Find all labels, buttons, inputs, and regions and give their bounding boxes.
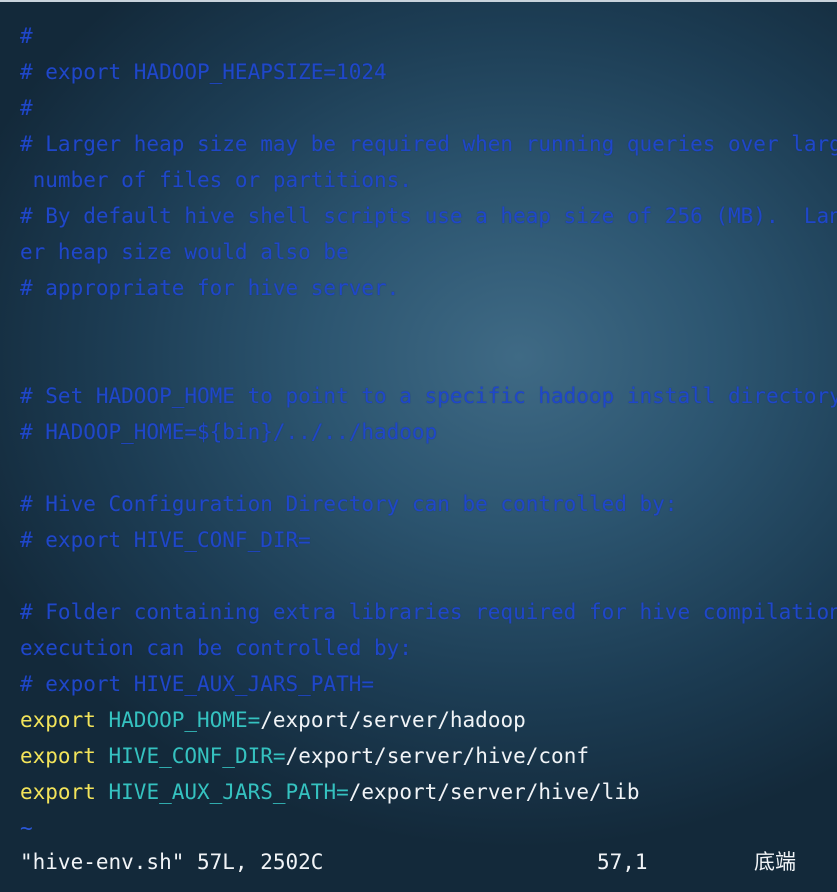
code-line: er heap size would also be — [20, 240, 349, 264]
code-line: # Larger heap size may be required when … — [20, 132, 837, 156]
equals-sign: = — [336, 780, 349, 804]
export-keyword: export — [20, 780, 96, 804]
cursor-position: 57,1 — [597, 850, 648, 874]
code-line: execution can be controlled by: — [20, 636, 412, 660]
code-line: # By default hive shell scripts use a he… — [20, 204, 837, 228]
vim-status-line: "hive-env.sh" 57L, 2502C 57,1 底端 — [20, 844, 820, 880]
code-line: # Hive Configuration Directory can be co… — [20, 492, 678, 516]
code-line: # — [20, 96, 33, 120]
variable-value: /export/server/hive/lib — [348, 780, 640, 804]
export-keyword: export — [20, 708, 96, 732]
variable-name: HADOOP_HOME — [108, 708, 248, 732]
file-info: "hive-env.sh" 57L, 2502C — [20, 850, 324, 874]
variable-name: HIVE_AUX_JARS_PATH — [108, 780, 337, 804]
export-line: export HIVE_CONF_DIR=/export/server/hive… — [20, 738, 820, 774]
code-line: # Set HADOOP_HOME to point to a specific… — [20, 384, 837, 408]
code-line: # Folder containing extra libraries requ… — [20, 600, 837, 624]
code-line: # HADOOP_HOME=${bin}/../../hadoop — [20, 420, 438, 444]
variable-value: /export/server/hive/conf — [285, 744, 589, 768]
window-top-border — [0, 0, 837, 2]
equals-sign: = — [247, 708, 261, 732]
code-line: number of files or partitions. — [20, 168, 412, 192]
code-line: # export HIVE_CONF_DIR= — [20, 528, 311, 552]
export-line: export HIVE_AUX_JARS_PATH=/export/server… — [20, 774, 820, 810]
vim-editor-buffer[interactable]: # # export HADOOP_HEAPSIZE=1024 # # Larg… — [20, 18, 837, 846]
code-line: # appropriate for hive server. — [20, 276, 400, 300]
code-line: # export HADOOP_HEAPSIZE=1024 — [20, 60, 387, 84]
export-line: export HADOOP_HOME=/export/server/hadoop — [20, 702, 820, 738]
code-line: # export HIVE_AUX_JARS_PATH= — [20, 672, 375, 696]
variable-value: /export/server/hadoop — [260, 708, 526, 732]
export-keyword: export — [20, 744, 96, 768]
equals-sign: = — [272, 744, 286, 768]
scroll-position: 底端 — [754, 850, 796, 874]
code-line: # — [20, 24, 33, 48]
variable-name: HIVE_CONF_DIR — [108, 744, 273, 768]
empty-line-tilde: ~ — [20, 816, 33, 840]
